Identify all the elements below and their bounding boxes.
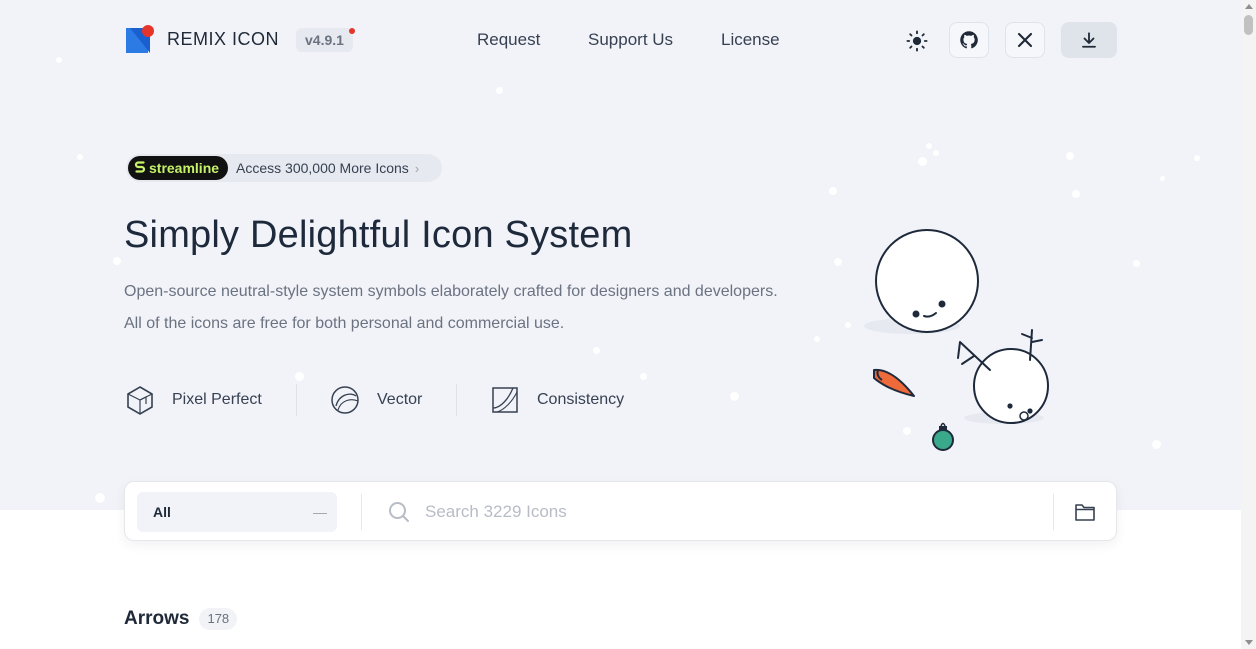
- feature-label: Vector: [377, 391, 423, 408]
- remix-icon-logo[interactable]: REMIX ICON: [126, 25, 279, 53]
- vector-icon: [331, 386, 359, 414]
- category-section-header: Arrows 178: [124, 608, 238, 630]
- chevron-right-icon: ›: [414, 160, 420, 176]
- update-indicator-dot: [349, 28, 355, 34]
- category-select[interactable]: All —: [137, 492, 337, 532]
- download-button[interactable]: [1061, 22, 1117, 58]
- github-button[interactable]: [949, 22, 989, 58]
- hero-description-line1: Open-source neutral-style system symbols…: [124, 283, 778, 300]
- search-input[interactable]: [425, 499, 1025, 525]
- open-folder-button[interactable]: [1071, 498, 1099, 526]
- feature-pixel-perfect: Pixel Perfect: [124, 384, 262, 416]
- scroll-up-arrow-icon[interactable]: [1245, 4, 1253, 9]
- chevron-down-icon: —: [313, 504, 327, 520]
- streamline-promo-banner[interactable]: streamline Access 300,000 More Icons ›: [126, 154, 442, 182]
- remix-logo-icon: [126, 25, 154, 53]
- folder-icon: [1075, 504, 1095, 521]
- nav-support-us[interactable]: Support Us: [588, 30, 673, 50]
- github-icon: [960, 31, 978, 49]
- hero-title: Simply Delightful Icon System: [124, 214, 633, 256]
- search-divider: [361, 494, 362, 530]
- feature-vector: Vector: [329, 384, 422, 416]
- feature-divider: [456, 384, 457, 416]
- feature-consistency: Consistency: [489, 384, 624, 416]
- nav-license[interactable]: License: [721, 30, 780, 50]
- x-icon: [1017, 32, 1033, 48]
- streamline-logo-icon: [134, 161, 146, 173]
- scrollbar-thumb[interactable]: [1244, 15, 1253, 35]
- version-badge[interactable]: v4.9.1: [296, 28, 353, 52]
- streamline-badge: streamline: [128, 156, 229, 180]
- streamline-brand-text: streamline: [149, 160, 220, 176]
- section-count-badge: 178: [199, 608, 238, 630]
- consistency-icon: [492, 387, 518, 413]
- search-divider: [1053, 494, 1054, 530]
- logo-text: REMIX ICON: [167, 28, 280, 49]
- download-icon: [1082, 32, 1096, 48]
- search-icon: [389, 502, 409, 522]
- hero-description-line2: All of the icons are free for both perso…: [124, 315, 565, 332]
- theme-toggle-button[interactable]: [904, 28, 930, 54]
- x-twitter-button[interactable]: [1005, 22, 1045, 58]
- nav-request[interactable]: Request: [477, 30, 540, 50]
- icon-search-bar: All —: [124, 481, 1117, 541]
- feature-label: Consistency: [537, 391, 625, 408]
- feature-divider: [296, 384, 297, 416]
- page-scrollbar[interactable]: [1241, 0, 1256, 649]
- category-select-value: All: [153, 504, 171, 520]
- feature-label: Pixel Perfect: [172, 391, 262, 408]
- pixel-perfect-icon: [127, 386, 153, 415]
- section-title: Arrows: [124, 608, 190, 629]
- scroll-down-arrow-icon[interactable]: [1245, 640, 1253, 645]
- promo-text: Access 300,000 More Icons: [236, 160, 409, 176]
- sun-icon: [906, 30, 928, 52]
- snowman-illustration: [864, 229, 1049, 451]
